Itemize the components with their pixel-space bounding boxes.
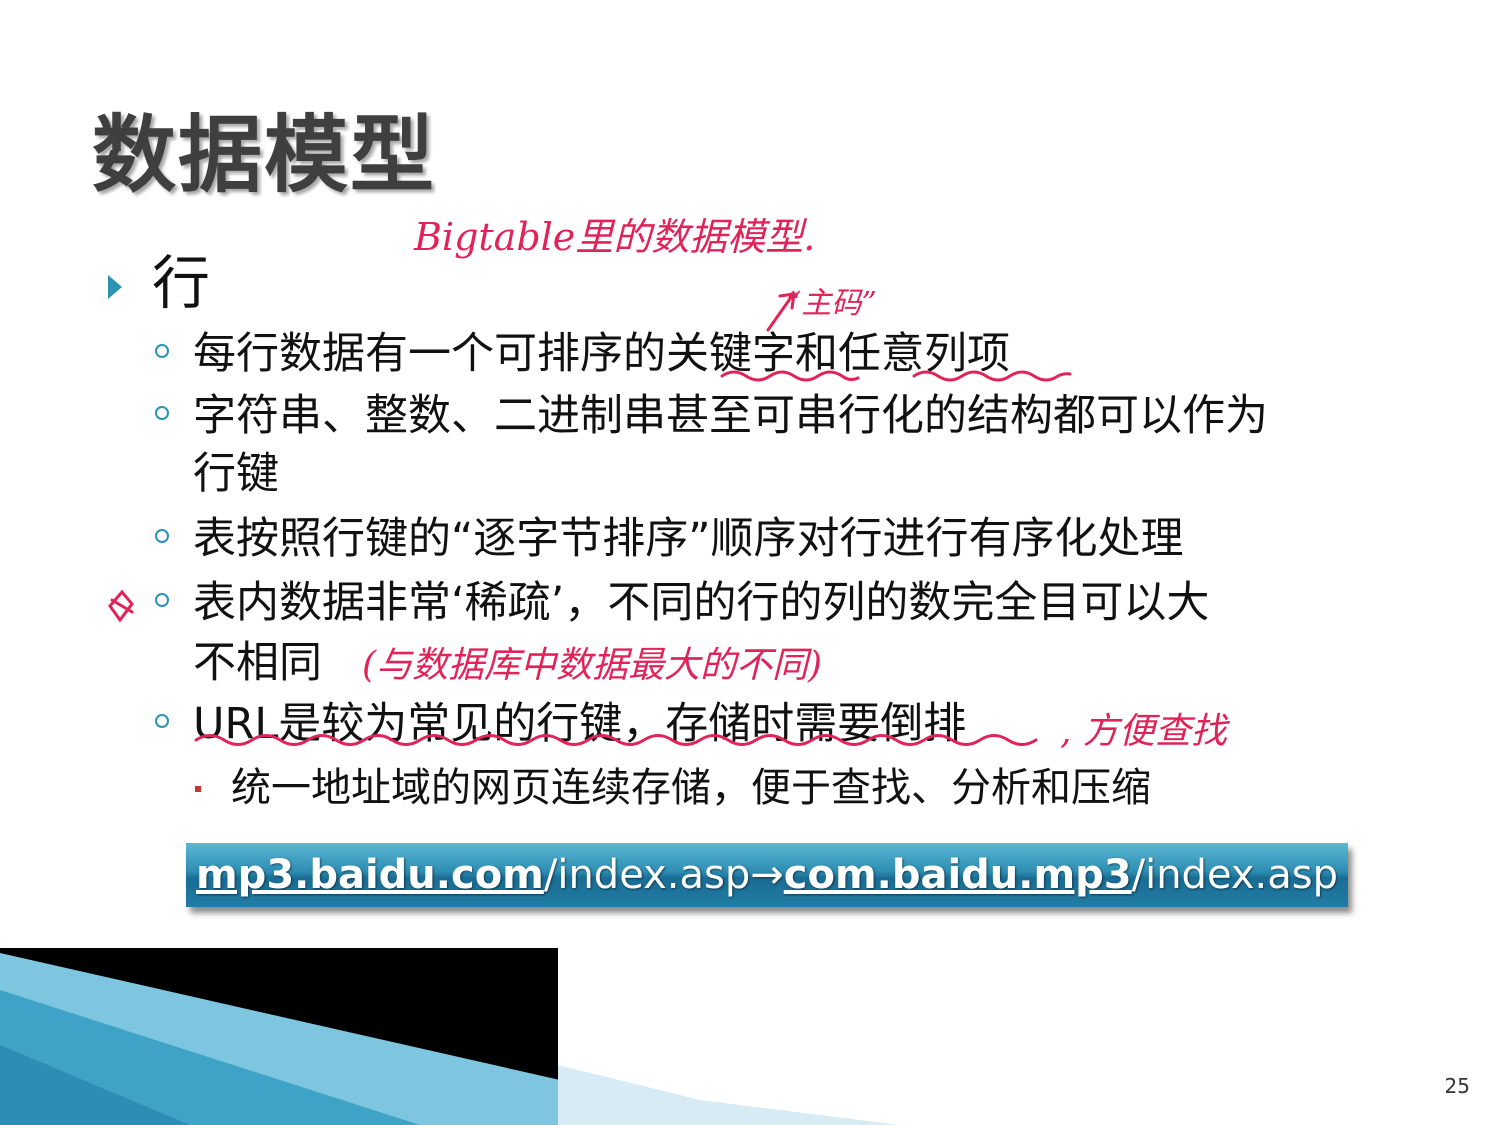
bullet-text: 表内数据非常‘稀疏’，不同的行的列的数完全目可以大 [193, 578, 1210, 628]
url-path-arrow: /index.asp→ [543, 852, 784, 898]
level1-label: 行 [152, 249, 211, 317]
bullet-text: 字符串、整数、二进制串甚至可串行化的结构都可以作为 [193, 391, 1268, 441]
note-easy-lookup: , 方便查找 [1060, 711, 1227, 752]
bullet-text: 表按照行键的“逐字节排序”顺序对行进行有序化处理 [193, 514, 1184, 564]
circle-bullet-icon [155, 406, 169, 420]
star-mark-icon [108, 589, 134, 623]
sub-bullet-text: 统一地址域的网页连续存储，便于查找、分析和压缩 [231, 765, 1151, 811]
note-database-difference: (与数据库中数据最大的不同) [362, 645, 823, 686]
slide-title: 数据模型 [92, 106, 437, 204]
circle-bullet-icon [155, 529, 169, 543]
page-number: 25 [1444, 1074, 1470, 1098]
circle-bullet-icon [155, 714, 169, 728]
square-bullet-icon [195, 786, 201, 792]
bullet-text-continued: 不相同 [193, 638, 322, 688]
circle-bullet-icon [155, 344, 169, 358]
circle-bullet-icon [155, 593, 169, 607]
bullet-text: URL是较为常见的行键，存储时需要倒排 [193, 699, 967, 749]
url-host-reversed: com.baidu.mp3 [783, 852, 1132, 898]
url-host-original: mp3.baidu.com [196, 852, 544, 898]
bullet-text-continued: 行键 [193, 449, 279, 499]
url-path: /index.asp [1131, 852, 1338, 898]
note-primary-key: “主码” [786, 286, 877, 321]
bullet-text: 每行数据有一个可排序的关键字和任意列项 [193, 329, 1010, 379]
corner-decoration [0, 948, 900, 1125]
slide: 数据模型 行 每行数据有一个可排序的关键字和任意列项 字符串、整数、二进制串甚至… [0, 0, 1500, 1125]
triangle-bullet-icon [108, 275, 122, 299]
url-example-banner: mp3.baidu.com/index.asp→com.baidu.mp3/in… [186, 843, 1348, 907]
note-bigtable-data-model: Bigtable里的数据模型. [414, 215, 816, 259]
